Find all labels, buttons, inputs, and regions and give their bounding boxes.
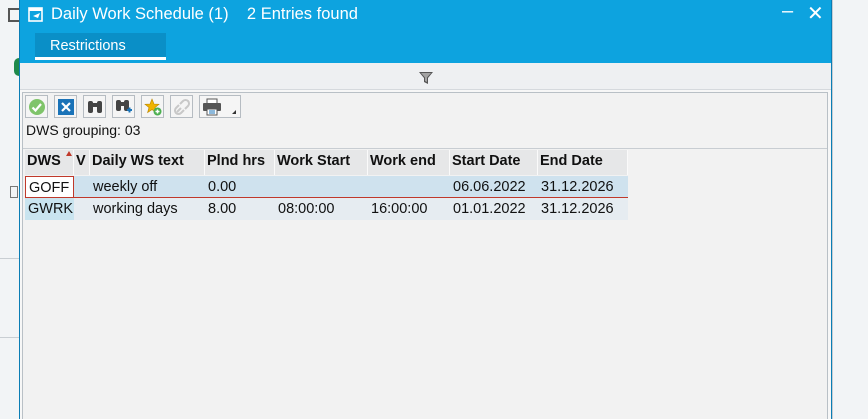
table-cell-dws[interactable]: GOFF (25, 176, 74, 198)
link-icon[interactable] (170, 95, 193, 118)
window-icon (28, 7, 43, 22)
sort-ascending-icon (66, 151, 72, 156)
table-cell-dws[interactable]: GWRK (25, 198, 74, 220)
table-row[interactable]: GOFF weekly off 0.00 06.06.2022 31.12.20… (25, 176, 628, 198)
column-header-dws[interactable]: DWS (25, 150, 74, 175)
table-cell-start-date[interactable]: 01.01.2022 (450, 198, 538, 220)
table-cell-start-date[interactable]: 06.06.2022 (450, 176, 538, 198)
table-cell-work-end[interactable] (368, 176, 450, 198)
dws-grouping-label: DWS grouping: 03 (26, 122, 141, 138)
minimize-button[interactable]: – (782, 1, 793, 21)
table-cell-work-end[interactable]: 16:00:00 (368, 198, 450, 220)
dialog-title: Daily Work Schedule (1) 2 Entries found (51, 5, 358, 23)
dialog-title-bar[interactable]: Daily Work Schedule (1) 2 Entries found … (20, 0, 831, 31)
find-icon[interactable] (83, 95, 106, 118)
divider (23, 148, 827, 149)
column-header-plnd-hrs[interactable]: Plnd hrs (205, 150, 275, 175)
column-header-daily-ws-text[interactable]: Daily WS text (90, 150, 205, 175)
background-app-right (832, 0, 868, 419)
table-cell-work-start[interactable]: 08:00:00 (275, 198, 368, 220)
table-cell-work-start[interactable] (275, 176, 368, 198)
column-header-work-end[interactable]: Work end (368, 150, 450, 175)
background-app-left (0, 0, 24, 419)
column-header-start-date[interactable]: Start Date (450, 150, 538, 175)
cancel-icon[interactable] (54, 95, 77, 118)
background-divider (0, 337, 20, 338)
table-cell-end-date[interactable]: 31.12.2026 (538, 176, 628, 198)
add-favorite-icon[interactable] (141, 95, 164, 118)
print-icon[interactable] (199, 95, 241, 118)
close-icon[interactable]: ✕ (807, 4, 824, 24)
table-cell-plnd-hrs[interactable]: 0.00 (205, 176, 275, 198)
find-next-icon[interactable] (112, 95, 135, 118)
table-cell-daily-ws-text[interactable]: weekly off (90, 176, 205, 198)
column-header-end-date[interactable]: End Date (538, 150, 628, 175)
ok-icon[interactable] (25, 95, 48, 118)
result-list-area: DWS grouping: 03 DWS V Daily WS text Pln… (22, 92, 828, 419)
tab-strip: Restrictions (20, 31, 831, 63)
table-row[interactable]: GWRK working days 8.00 08:00:00 16:00:00… (25, 198, 628, 220)
background-expand-icon (10, 186, 18, 198)
background-divider (0, 258, 20, 259)
table-cell-end-date[interactable]: 31.12.2026 (538, 198, 628, 220)
tab-restrictions[interactable]: Restrictions (35, 33, 166, 60)
filter-funnel-icon[interactable] (418, 70, 434, 86)
table-cell-daily-ws-text[interactable]: working days (90, 198, 205, 220)
table-cell-v[interactable] (74, 198, 90, 220)
restrictions-toggle-row (20, 63, 831, 90)
table-cell-plnd-hrs[interactable]: 8.00 (205, 198, 275, 220)
column-header-v[interactable]: V (74, 150, 90, 175)
search-help-dialog: Daily Work Schedule (1) 2 Entries found … (19, 0, 832, 419)
table-cell-v[interactable] (74, 176, 90, 198)
column-header-work-start[interactable]: Work Start (275, 150, 368, 175)
